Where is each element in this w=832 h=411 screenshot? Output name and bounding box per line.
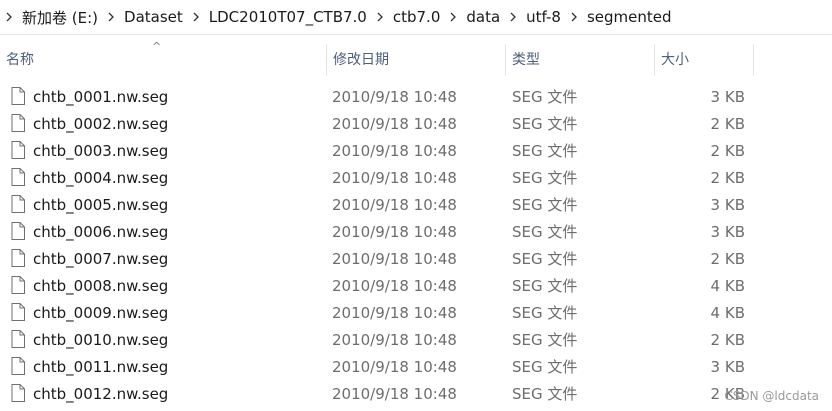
file-row[interactable]: chtb_0010.nw.seg 2010/9/18 10:48 SEG 文件 …: [0, 327, 832, 354]
chevron-right-icon[interactable]: [446, 10, 460, 24]
file-icon: [11, 330, 25, 348]
file-icon: [11, 384, 25, 402]
file-type: SEG 文件: [512, 331, 578, 349]
column-header-size[interactable]: 大小: [655, 40, 753, 78]
file-size: 3 KB: [710, 358, 745, 376]
breadcrumb-segment-utf8[interactable]: utf-8: [520, 8, 567, 26]
file-name: chtb_0001.nw.seg: [33, 88, 169, 106]
file-row[interactable]: chtb_0005.nw.seg 2010/9/18 10:48 SEG 文件 …: [0, 192, 832, 219]
breadcrumb-segment-dataset[interactable]: Dataset: [118, 8, 189, 26]
chevron-right-icon[interactable]: [567, 10, 581, 24]
file-explorer: 新加卷 (E:) Dataset LDC2010T07_CTB7.0 ctb7.…: [0, 0, 832, 411]
chevron-right-icon[interactable]: [506, 10, 520, 24]
file-name: chtb_0010.nw.seg: [33, 331, 169, 349]
file-icon: [11, 357, 25, 375]
column-header-name-label: 名称: [6, 52, 34, 68]
file-type: SEG 文件: [512, 196, 578, 214]
file-row[interactable]: chtb_0007.nw.seg 2010/9/18 10:48 SEG 文件 …: [0, 246, 832, 273]
file-icon: [11, 168, 25, 186]
chevron-right-icon[interactable]: [104, 10, 118, 24]
file-row[interactable]: chtb_0002.nw.seg 2010/9/18 10:48 SEG 文件 …: [0, 111, 832, 138]
watermark: CSDN @ldcdata: [724, 389, 819, 403]
file-size: 3 KB: [710, 88, 745, 106]
file-icon: [11, 276, 25, 294]
file-size: 3 KB: [710, 196, 745, 214]
file-type: SEG 文件: [512, 277, 578, 295]
file-size: 4 KB: [710, 277, 745, 295]
breadcrumb-segment-data[interactable]: data: [460, 8, 506, 26]
file-modified-date: 2010/9/18 10:48: [332, 277, 457, 295]
file-size: 2 KB: [710, 331, 745, 349]
file-modified-date: 2010/9/18 10:48: [332, 88, 457, 106]
breadcrumb: 新加卷 (E:) Dataset LDC2010T07_CTB7.0 ctb7.…: [0, 0, 832, 35]
file-modified-date: 2010/9/18 10:48: [332, 223, 457, 241]
file-icon: [11, 249, 25, 267]
file-modified-date: 2010/9/18 10:48: [332, 169, 457, 187]
file-row[interactable]: chtb_0001.nw.seg 2010/9/18 10:48 SEG 文件 …: [0, 84, 832, 111]
file-modified-date: 2010/9/18 10:48: [332, 304, 457, 322]
file-name: chtb_0002.nw.seg: [33, 115, 169, 133]
file-name: chtb_0009.nw.seg: [33, 304, 169, 322]
file-list: chtb_0001.nw.seg 2010/9/18 10:48 SEG 文件 …: [0, 84, 832, 408]
file-row[interactable]: chtb_0003.nw.seg 2010/9/18 10:48 SEG 文件 …: [0, 138, 832, 165]
file-size: 2 KB: [710, 169, 745, 187]
file-type: SEG 文件: [512, 142, 578, 160]
breadcrumb-segment-ldc[interactable]: LDC2010T07_CTB7.0: [203, 8, 373, 26]
file-size: 2 KB: [710, 142, 745, 160]
file-size: 3 KB: [710, 223, 745, 241]
file-modified-date: 2010/9/18 10:48: [332, 385, 457, 403]
file-type: SEG 文件: [512, 88, 578, 106]
column-header-row: ^ 名称 修改日期 类型 大小: [0, 40, 832, 78]
file-row[interactable]: chtb_0011.nw.seg 2010/9/18 10:48 SEG 文件 …: [0, 354, 832, 381]
column-header-date-label: 修改日期: [333, 52, 389, 68]
breadcrumb-segment-segmented[interactable]: segmented: [581, 8, 678, 26]
file-type: SEG 文件: [512, 250, 578, 268]
breadcrumb-segment-drive[interactable]: 新加卷 (E:): [16, 7, 104, 28]
column-header-size-label: 大小: [661, 52, 689, 68]
file-size: 2 KB: [710, 250, 745, 268]
file-type: SEG 文件: [512, 358, 578, 376]
file-name: chtb_0008.nw.seg: [33, 277, 169, 295]
column-header-type[interactable]: 类型: [506, 40, 654, 78]
chevron-right-icon[interactable]: [373, 10, 387, 24]
file-row[interactable]: chtb_0006.nw.seg 2010/9/18 10:48 SEG 文件 …: [0, 219, 832, 246]
file-type: SEG 文件: [512, 169, 578, 187]
file-row[interactable]: chtb_0008.nw.seg 2010/9/18 10:48 SEG 文件 …: [0, 273, 832, 300]
file-icon: [11, 114, 25, 132]
column-divider[interactable]: [753, 44, 754, 76]
file-modified-date: 2010/9/18 10:48: [332, 196, 457, 214]
file-type: SEG 文件: [512, 304, 578, 322]
file-row[interactable]: chtb_0009.nw.seg 2010/9/18 10:48 SEG 文件 …: [0, 300, 832, 327]
file-modified-date: 2010/9/18 10:48: [332, 115, 457, 133]
expand-chevron-icon[interactable]: [4, 12, 14, 22]
file-icon: [11, 141, 25, 159]
file-modified-date: 2010/9/18 10:48: [332, 250, 457, 268]
file-name: chtb_0012.nw.seg: [33, 385, 169, 403]
column-header-type-label: 类型: [512, 52, 540, 68]
file-name: chtb_0006.nw.seg: [33, 223, 169, 241]
file-modified-date: 2010/9/18 10:48: [332, 358, 457, 376]
file-type: SEG 文件: [512, 385, 578, 403]
file-icon: [11, 87, 25, 105]
file-modified-date: 2010/9/18 10:48: [332, 142, 457, 160]
file-name: chtb_0005.nw.seg: [33, 196, 169, 214]
file-modified-date: 2010/9/18 10:48: [332, 331, 457, 349]
file-type: SEG 文件: [512, 223, 578, 241]
column-header-date[interactable]: 修改日期: [327, 40, 505, 78]
file-name: chtb_0007.nw.seg: [33, 250, 169, 268]
file-icon: [11, 222, 25, 240]
breadcrumb-segment-ctb[interactable]: ctb7.0: [387, 8, 447, 26]
chevron-right-icon[interactable]: [189, 10, 203, 24]
file-name: chtb_0004.nw.seg: [33, 169, 169, 187]
file-row[interactable]: chtb_0004.nw.seg 2010/9/18 10:48 SEG 文件 …: [0, 165, 832, 192]
file-row[interactable]: chtb_0012.nw.seg 2010/9/18 10:48 SEG 文件 …: [0, 381, 832, 408]
file-size: 4 KB: [710, 304, 745, 322]
column-header-name[interactable]: 名称: [0, 40, 326, 78]
file-icon: [11, 303, 25, 321]
file-size: 2 KB: [710, 115, 745, 133]
file-type: SEG 文件: [512, 115, 578, 133]
file-name: chtb_0011.nw.seg: [33, 358, 169, 376]
file-icon: [11, 195, 25, 213]
file-name: chtb_0003.nw.seg: [33, 142, 169, 160]
